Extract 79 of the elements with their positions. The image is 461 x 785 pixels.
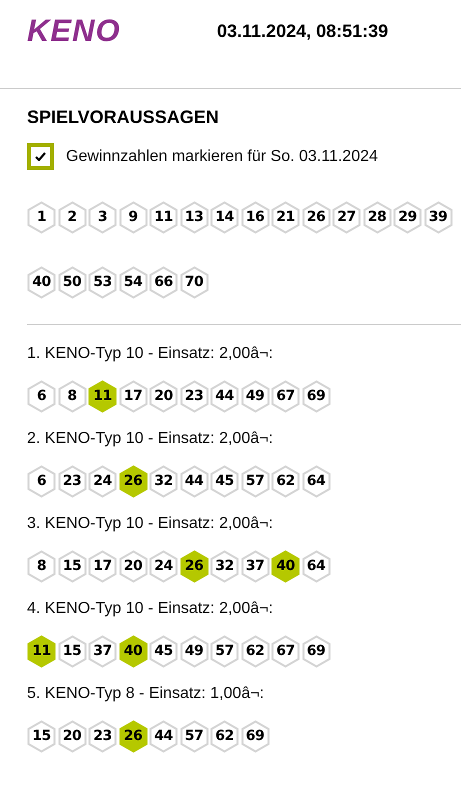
number-hexagon: 20 (118, 550, 148, 583)
number-hexagon: 67 (271, 635, 300, 668)
number-hexagon: 69 (240, 720, 270, 753)
number-hexagon: 8 (27, 550, 56, 583)
number-hexagon: 15 (27, 720, 56, 753)
number-hexagon: 64 (302, 550, 330, 583)
number-hexagon: 23 (88, 720, 117, 753)
number-hexagon: 44 (180, 465, 208, 498)
tip-label: 4. KENO-Typ 10 - Einsatz: 2,00â¬: (27, 599, 274, 619)
tip-label: 5. KENO-Typ 8 - Einsatz: 1,00â¬: (27, 684, 265, 704)
number-hexagon: 24 (149, 550, 178, 583)
number-hexagon: 11 (88, 380, 117, 413)
number-hexagon: 27 (332, 201, 361, 234)
number-hexagon: 3 (88, 201, 117, 234)
number-hexagon: 57 (180, 720, 208, 753)
number-hexagon: 14 (210, 201, 239, 234)
number-hexagon: 15 (58, 550, 86, 583)
number-hexagon: 26 (302, 201, 330, 234)
number-hexagon: 49 (180, 635, 208, 668)
number-hexagon: 24 (88, 465, 117, 498)
number-hexagon: 70 (180, 266, 208, 299)
number-hexagon: 32 (210, 550, 239, 583)
number-hexagon: 37 (88, 635, 117, 668)
number-hexagon: 62 (210, 720, 239, 753)
number-hexagon: 40 (271, 550, 300, 583)
number-hexagon: 2 (58, 201, 86, 234)
tip-label: 1. KENO-Typ 10 - Einsatz: 2,00â¬: (27, 344, 274, 364)
number-hexagon: 44 (149, 720, 178, 753)
number-hexagon: 69 (302, 380, 330, 413)
number-hexagon: 62 (271, 465, 300, 498)
number-hexagon: 11 (149, 201, 178, 234)
number-hexagon: 1 (27, 201, 56, 234)
checkmark-icon (35, 152, 46, 161)
section-title: SPIELVORAUSSAGEN (27, 106, 220, 129)
number-hexagon: 20 (149, 380, 178, 413)
checkbox[interactable] (27, 143, 54, 170)
number-hexagon: 13 (180, 201, 208, 234)
number-hexagon: 28 (362, 201, 392, 234)
number-hexagon: 6 (27, 465, 56, 498)
number-hexagon: 69 (302, 635, 330, 668)
number-hexagon: 53 (88, 266, 117, 299)
number-hexagon: 29 (393, 201, 422, 234)
number-hexagon: 17 (118, 380, 148, 413)
number-hexagon: 6 (27, 380, 56, 413)
number-hexagon: 8 (58, 380, 86, 413)
number-hexagon: 26 (118, 720, 148, 753)
number-hexagon: 57 (240, 465, 270, 498)
keno-logo: KENO (27, 12, 122, 50)
number-hexagon: 66 (149, 266, 178, 299)
number-hexagon: 40 (118, 635, 148, 668)
draw-datetime: 03.11.2024, 08:51:39 (217, 20, 388, 42)
checkbox-label: Gewinnzahlen markieren für So. 03.11.2024 (66, 146, 378, 166)
number-hexagon: 37 (240, 550, 270, 583)
number-hexagon: 21 (271, 201, 300, 234)
tip-label: 2. KENO-Typ 10 - Einsatz: 2,00â¬: (27, 429, 274, 449)
number-hexagon: 16 (240, 201, 270, 234)
number-hexagon: 20 (58, 720, 86, 753)
number-hexagon: 23 (180, 380, 208, 413)
number-hexagon: 67 (271, 380, 300, 413)
number-hexagon: 50 (58, 266, 86, 299)
number-hexagon: 15 (58, 635, 86, 668)
number-hexagon: 45 (149, 635, 178, 668)
number-hexagon: 44 (210, 380, 239, 413)
number-hexagon: 26 (180, 550, 208, 583)
number-hexagon: 45 (210, 465, 239, 498)
number-hexagon: 26 (118, 465, 148, 498)
number-hexagon: 54 (118, 266, 148, 299)
number-hexagon: 11 (27, 635, 56, 668)
number-hexagon: 64 (302, 465, 330, 498)
number-hexagon: 17 (88, 550, 117, 583)
number-hexagon: 57 (210, 635, 239, 668)
number-hexagon: 32 (149, 465, 178, 498)
number-hexagon: 49 (240, 380, 270, 413)
number-hexagon: 39 (424, 201, 452, 234)
number-hexagon: 23 (58, 465, 86, 498)
number-hexagon: 62 (240, 635, 270, 668)
number-hexagon: 9 (118, 201, 148, 234)
number-hexagon: 40 (27, 266, 56, 299)
tip-label: 3. KENO-Typ 10 - Einsatz: 2,00â¬: (27, 514, 274, 534)
